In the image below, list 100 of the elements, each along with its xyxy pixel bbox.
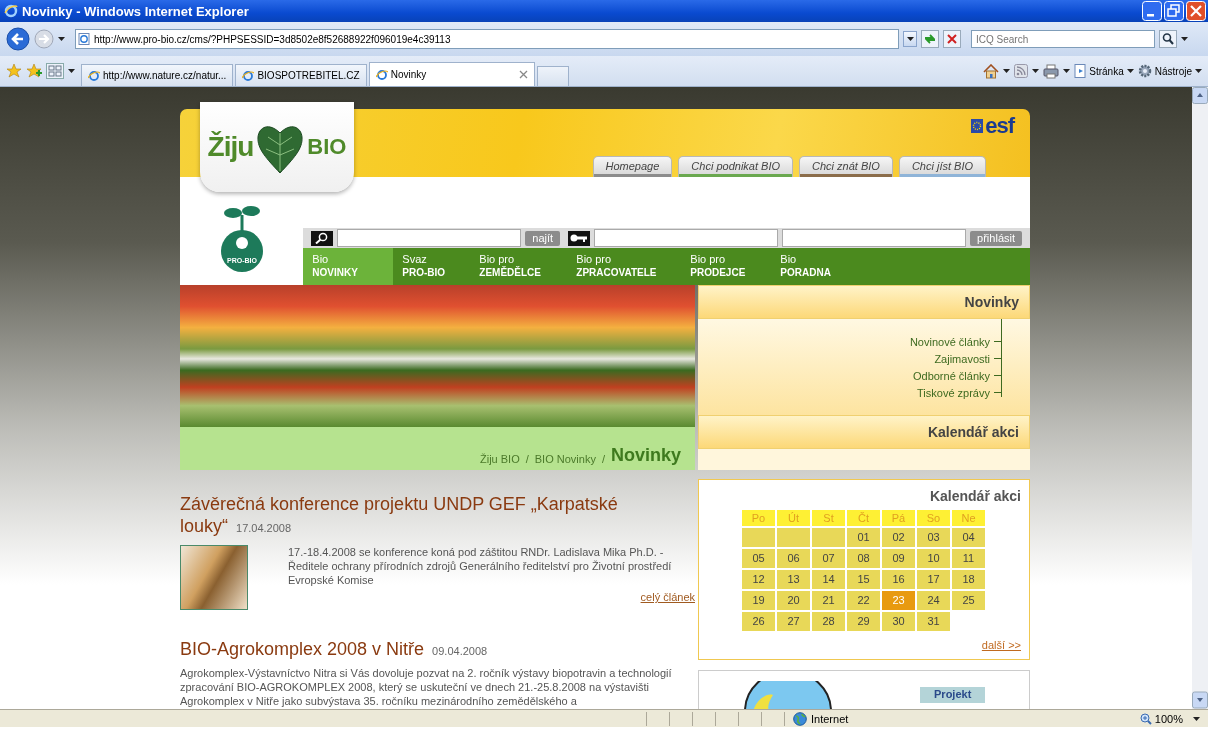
article-heading[interactable]: BIO-Agrokomplex 2008 v Nitře 09.04.2008 — [180, 638, 695, 662]
calendar-day[interactable]: 24 — [917, 591, 950, 610]
caret-icon — [1126, 68, 1134, 74]
calendar-day[interactable]: 16 — [882, 570, 915, 589]
home-icon[interactable] — [983, 63, 1000, 79]
menu-button[interactable]: Stránka — [1074, 64, 1134, 78]
nav-item[interactable]: Bio pro ZPRACOVATELE — [567, 248, 682, 285]
calendar-day[interactable]: 27 — [777, 612, 810, 631]
caret-icon — [906, 36, 914, 42]
top-tab[interactable]: Chci podnikat BIO — [678, 156, 793, 177]
search-icon — [315, 232, 330, 244]
submenu-link[interactable]: Zajimavosti — [934, 352, 990, 365]
article-heading[interactable]: Závěrečná konference projektu UNDP GEF „Karpatské louky“ 17.04.2008 — [180, 493, 695, 539]
favorites-star-icon[interactable] — [6, 63, 22, 79]
article-summary: Agrokomplex-Výstavníctvo Nitra si Vás dovoluje pozvat na 2. ročník výstavy biopotravin a technologií zpracování BIO-AGROKOMPLEX 2008, který se uskuteční ve dnech 21.-25.8.2008 na výstavišti Agrokomplex v Nitře jako subvýstava 35. ročníku mezinárodního zemědělského a — [180, 666, 673, 708]
close-tab-icon[interactable] — [518, 70, 528, 79]
calendar-day[interactable]: 22 — [847, 591, 880, 610]
search-options-icon[interactable] — [1181, 36, 1188, 42]
calendar-day[interactable]: 06 — [777, 549, 810, 568]
calendar-day[interactable]: 13 — [777, 570, 810, 589]
close-button[interactable] — [1186, 1, 1206, 21]
empty-day-cell — [812, 528, 845, 547]
calendar-title: Kalendář akci — [929, 488, 1021, 504]
calendar-day[interactable]: 30 — [882, 612, 915, 631]
feeds-dropdown-icon[interactable] — [1032, 68, 1040, 74]
calendar-day[interactable]: 12 — [742, 570, 775, 589]
password-field[interactable] — [782, 229, 967, 247]
search-field[interactable]: ICQ Search — [971, 30, 1155, 48]
calendar-day[interactable]: 31 — [917, 612, 950, 631]
calendar-day[interactable]: 28 — [812, 612, 845, 631]
weekday-header: Pá — [882, 510, 915, 526]
back-button[interactable] — [6, 27, 30, 51]
weekday-header: St — [812, 510, 845, 526]
username-field[interactable] — [594, 229, 779, 247]
calendar-day[interactable]: 04 — [952, 528, 985, 547]
browser-tab[interactable]: Novinky — [368, 62, 535, 86]
browser-tab[interactable]: http://www.nature.cz/natur... — [81, 64, 234, 86]
weekday-header: Po — [742, 510, 775, 526]
zoom-control[interactable]: 100% — [1139, 712, 1183, 725]
stop-button[interactable] — [943, 30, 961, 48]
nav-item[interactable]: Svaz PRO-BIO — [393, 248, 471, 285]
browser-logo-icon — [4, 4, 18, 18]
empty-day-cell — [742, 528, 775, 547]
search-field[interactable] — [337, 229, 522, 247]
browser-tab[interactable]: BIOSPOTREBITEL.CZ — [235, 64, 367, 86]
calendar-day[interactable]: 21 — [812, 591, 845, 610]
calendar-day[interactable]: 14 — [812, 570, 845, 589]
read-more-link[interactable]: celý článek — [288, 591, 695, 603]
address-dropdown-button[interactable] — [903, 31, 917, 47]
calendar-day[interactable]: 10 — [917, 549, 950, 568]
submenu-link[interactable]: Novinové články — [909, 335, 990, 348]
home-dropdown-icon[interactable] — [1003, 68, 1011, 74]
vertical-scrollbar[interactable] — [1192, 87, 1208, 709]
calendar-day[interactable]: 15 — [847, 570, 880, 589]
menu-button[interactable]: Nástroje — [1137, 64, 1202, 78]
calendar-day[interactable]: 09 — [882, 549, 915, 568]
breadcrumb-link[interactable]: Žiju BIO — [479, 453, 520, 465]
address-field[interactable]: http://www.pro-bio.cz/cms/?PHPSESSID=3d8502e8f52688922f096019e4c39113 — [75, 29, 899, 49]
history-dropdown-icon[interactable] — [58, 36, 65, 42]
submenu-link[interactable]: Tiskové zprávy — [917, 386, 990, 399]
nav-item[interactable]: Bio PORADNA — [771, 248, 852, 285]
calendar-day[interactable]: 07 — [812, 549, 845, 568]
breadcrumb-separator: / — [601, 453, 605, 465]
weekday-header: Út — [777, 510, 810, 526]
tab-list-icon[interactable] — [68, 68, 75, 74]
calendar-day[interactable]: 02 — [882, 528, 915, 547]
section-header[interactable]: Kalendář akci — [698, 415, 1030, 449]
esf-logo: esf — [985, 113, 1014, 139]
add-favorite-icon[interactable] — [26, 63, 42, 79]
nav-item[interactable]: Bio pro PRODEJCE — [681, 248, 772, 285]
top-tab[interactable]: Homepage — [592, 156, 673, 177]
page-icon — [78, 33, 90, 45]
calendar-day[interactable]: 29 — [847, 612, 880, 631]
print-dropdown-icon[interactable] — [1063, 68, 1071, 74]
calendar-day[interactable]: 26 — [742, 612, 775, 631]
minimize-button[interactable] — [1142, 1, 1162, 21]
calendar-day[interactable]: 20 — [777, 591, 810, 610]
zoom-dropdown-icon[interactable] — [1193, 715, 1200, 722]
calendar-day[interactable]: 03 — [917, 528, 950, 547]
top-tab[interactable]: Chci znát BIO — [799, 156, 893, 177]
calendar-day[interactable]: 01 — [847, 528, 880, 547]
calendar-day[interactable]: 25 — [952, 591, 985, 610]
submenu-link[interactable]: Odborné články — [912, 369, 990, 382]
section-header: Novinky — [698, 285, 1030, 319]
printer-icon[interactable] — [1043, 63, 1060, 79]
calendar-day[interactable]: 19 — [742, 591, 775, 610]
page-icon — [88, 69, 100, 82]
page-icon — [242, 69, 255, 82]
calendar-day[interactable]: 08 — [847, 549, 880, 568]
search-button[interactable] — [1159, 30, 1177, 48]
calendar-day[interactable]: 05 — [742, 549, 775, 568]
article-summary: 17.-18.4.2008 se konference koná pod záštitou RNDr. Ladislava Mika Ph.D. - Ředitele ochrany přírodních zdrojů Generálního ředitelství pro Životní prostředí Evropské Komise — [288, 545, 673, 587]
calendar-day[interactable]: 17 — [917, 570, 950, 589]
breadcrumb-link[interactable]: BIO Novinky — [534, 453, 596, 465]
next-link[interactable]: další >> — [981, 639, 1021, 651]
calendar-day[interactable]: 18 — [952, 570, 985, 589]
top-tab[interactable]: Chci jíst BIO — [898, 156, 986, 177]
restore-button[interactable] — [1164, 1, 1184, 21]
nav-item[interactable]: Bio pro ZEMĚDĚLCE — [470, 248, 568, 285]
calendar-day[interactable]: 11 — [952, 549, 985, 568]
